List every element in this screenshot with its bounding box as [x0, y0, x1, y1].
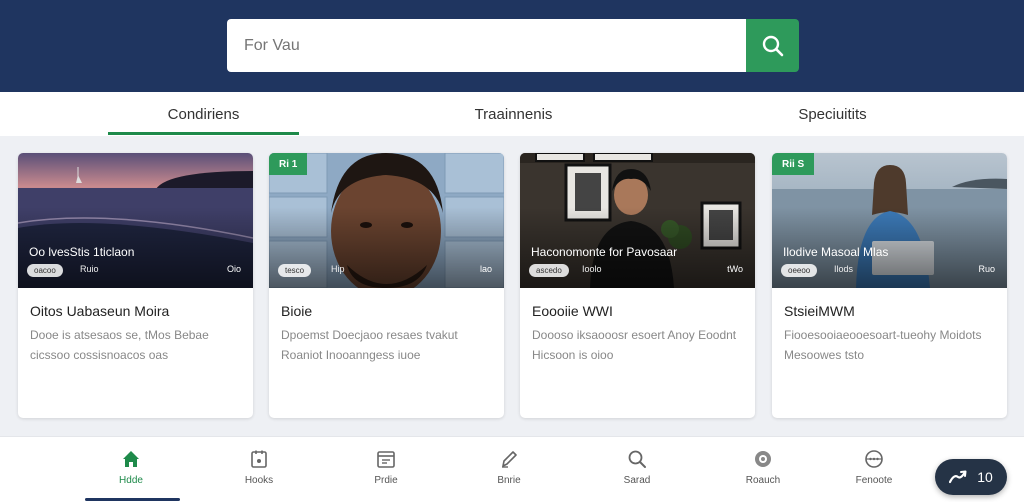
video-card[interactable]: Ri 1 tesco Hip lao Bioie Dpoemst Doecjao…: [269, 153, 504, 418]
thumbnail-meta: Ruio: [80, 264, 99, 274]
card-description: Dpoemst Doecjaoo resaes tvakut Roaniot I…: [281, 328, 458, 362]
nav-label: Sarad: [623, 475, 651, 486]
tab-specialists[interactable]: Speciuitits: [737, 92, 928, 136]
pencil-icon: [502, 451, 517, 468]
nav-label: Roauch: [745, 475, 781, 486]
nav-label: Hdde: [119, 475, 143, 486]
card-description: Doooso iksaooosr esoert Anoy Eoodnt Hics…: [532, 328, 737, 362]
nav-label: Prdie: [374, 475, 398, 486]
card-title: Oitos Uabaseun Moira: [30, 303, 170, 319]
fab-label: 10: [977, 469, 993, 485]
search-icon: [628, 450, 646, 468]
nav-active-indicator: [85, 498, 180, 501]
nav-profile[interactable]: Prdie: [338, 437, 434, 502]
nav-home[interactable]: Hdde: [83, 437, 179, 502]
video-tag: Rii S: [772, 153, 815, 175]
nav-search[interactable]: Sarad: [589, 437, 685, 502]
floating-action-button[interactable]: 10: [935, 459, 1007, 495]
card-title: Eoooiie WWI: [532, 303, 613, 319]
nav-label: Hooks: [244, 475, 274, 486]
home-icon: [123, 451, 139, 467]
tab-conditions[interactable]: Condiriens: [108, 92, 299, 136]
card-description: Dooe is atsesaos se, tMos Bebae cicssoo …: [30, 328, 209, 362]
category-pill: ascedo: [529, 264, 569, 277]
video-thumbnail[interactable]: Ri 1 tesco Hip lao: [269, 153, 504, 288]
video-thumbnail[interactable]: Rii S Ilodive Masoal Mlas oeeoo Ilods Ru…: [772, 153, 1007, 288]
video-card[interactable]: Rii S Ilodive Masoal Mlas oeeoo Ilods Ru…: [772, 153, 1007, 418]
bottom-navigation: Hdde Hooks Prdie Bnrie Sarad Roauch Feno…: [0, 436, 1024, 502]
category-pill: oacoo: [27, 264, 63, 277]
thumbnail-caption: Haconomonte for Pavosaar: [531, 245, 678, 259]
active-tab-indicator: [108, 132, 299, 135]
nav-label: Bnrie: [497, 475, 521, 486]
search-input[interactable]: [227, 19, 747, 72]
card-title: StsieiMWM: [784, 303, 855, 319]
category-pill: oeeoo: [781, 264, 818, 277]
search-icon: [762, 35, 783, 56]
thumbnail-caption: Ilodive Masoal Mlas: [783, 245, 889, 259]
video-duration: tWo: [727, 264, 743, 274]
nav-favorites[interactable]: Fenoote: [826, 437, 922, 502]
video-thumbnail[interactable]: Haconomonte for Pavosaar ascedo Ioolo tW…: [520, 153, 755, 288]
card-description: Fiooesooiaeooesoart-tueohy Moidots Mesoo…: [784, 328, 982, 362]
category-pill: tesco: [278, 264, 312, 277]
video-tag: Ri 1: [269, 153, 308, 175]
tab-label: Speciuitits: [798, 105, 867, 123]
category-tabs: Condiriens Traainnenis Speciuitits: [0, 92, 1024, 136]
book-icon: [251, 450, 267, 468]
gear-icon: [755, 451, 771, 467]
nav-books[interactable]: Hooks: [211, 437, 307, 502]
video-duration: Ruo: [978, 264, 995, 274]
video-card[interactable]: Haconomonte for Pavosaar ascedo Ioolo tW…: [520, 153, 755, 418]
card-title: Bioie: [281, 303, 313, 319]
video-card[interactable]: Oo lvesStis 1ticlaon oacoo Ruio Oio Oito…: [18, 153, 253, 418]
tab-label: Traainnenis: [474, 105, 553, 123]
trend-icon: [949, 470, 967, 484]
video-duration: lao: [479, 264, 492, 274]
globe-icon: [865, 450, 883, 468]
tab-label: Condiriens: [167, 105, 240, 123]
nav-write[interactable]: Bnrie: [461, 437, 557, 502]
thumbnail-meta: Ioolo: [582, 264, 602, 274]
search-bar[interactable]: [227, 19, 747, 72]
nav-research[interactable]: Roauch: [715, 437, 811, 502]
nav-label: Fenoote: [855, 475, 893, 486]
video-duration: Oio: [226, 264, 241, 274]
thumbnail-meta: Hip: [331, 264, 345, 274]
calendar-icon: [377, 451, 395, 468]
tab-treatments[interactable]: Traainnenis: [418, 92, 609, 136]
video-thumbnail[interactable]: Oo lvesStis 1ticlaon oacoo Ruio Oio: [18, 153, 253, 288]
thumbnail-meta: Ilods: [834, 264, 854, 274]
thumbnail-caption: Oo lvesStis 1ticlaon: [29, 245, 135, 259]
search-button[interactable]: [746, 19, 799, 72]
